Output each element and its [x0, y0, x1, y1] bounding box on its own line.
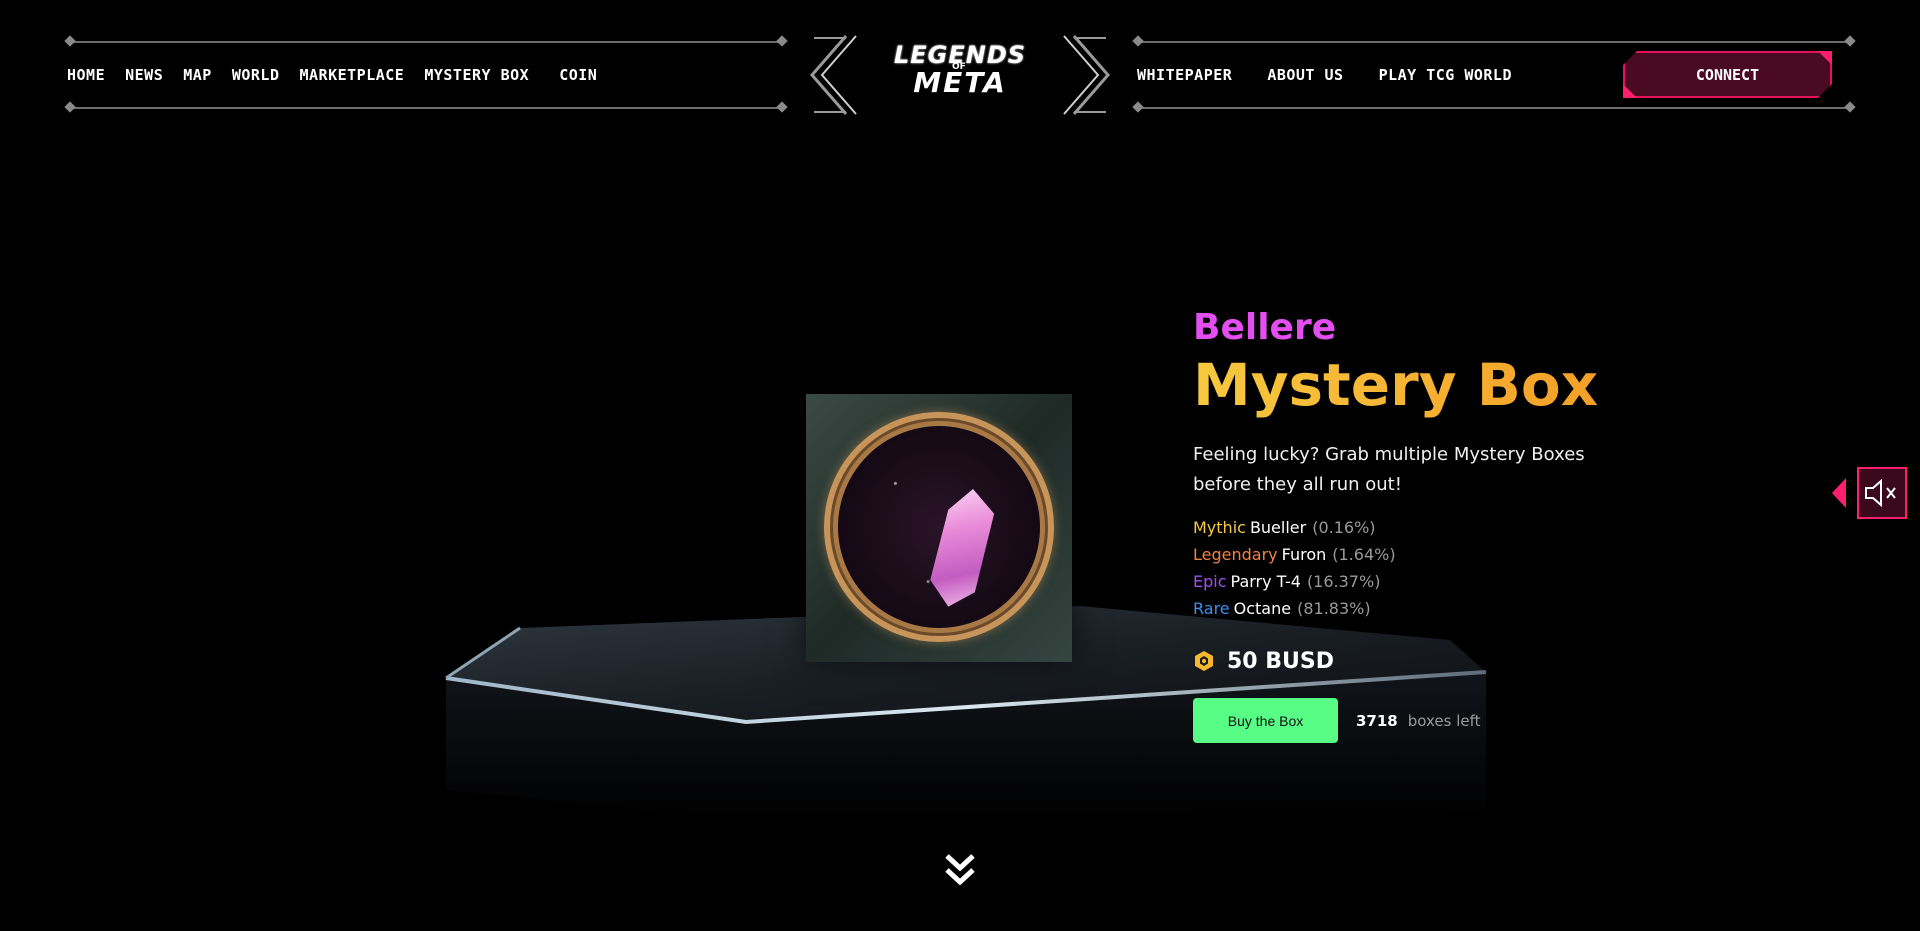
drop-name: Parry T-4 [1230, 572, 1301, 591]
drop-name: Furon [1281, 545, 1327, 564]
bnb-coin-icon [1195, 651, 1213, 671]
drop-rarity: Legendary [1193, 545, 1278, 564]
crystal-icon [927, 485, 997, 611]
drop-row: Legendary Furon (1.64%) [1193, 541, 1653, 568]
drop-row: Epic Parry T-4 (16.37%) [1193, 568, 1653, 595]
drop-rarity: Epic [1193, 572, 1227, 591]
drop-rarity: Mythic [1193, 518, 1246, 537]
price-value: 50 BUSD [1227, 648, 1335, 674]
drop-name: Octane [1233, 599, 1292, 618]
drop-chance: (1.64%) [1332, 545, 1396, 564]
product-description: Feeling lucky? Grab multiple Mystery Box… [1193, 444, 1585, 495]
product-info: Bellere Mystery Box Feeling lucky? Grab … [1193, 306, 1653, 743]
price-row: 50 BUSD [1193, 646, 1653, 676]
double-chevron-down-icon[interactable] [942, 850, 978, 890]
product-subtitle: Bellere [1193, 307, 1337, 348]
buy-box-button[interactable]: Buy the Box [1193, 698, 1338, 743]
mystery-box-image [806, 394, 1072, 662]
drop-chance: (81.83%) [1297, 599, 1371, 618]
drop-row: Rare Octane (81.83%) [1193, 595, 1653, 622]
buy-row: Buy the Box 3718 boxes left [1193, 698, 1653, 743]
product-title: Mystery Box [1193, 350, 1653, 420]
page: HOME NEWS MAP WORLD MARKETPLACE MYSTERY … [0, 0, 1920, 931]
drop-rates: Mythic Bueller (0.16%) Legendary Furon (1.64… [1193, 514, 1653, 622]
speaker-muted-icon [1865, 478, 1896, 508]
drop-row: Mythic Bueller (0.16%) [1193, 514, 1653, 541]
drop-chance: (0.16%) [1312, 518, 1376, 537]
sound-toggle-button[interactable] [1857, 467, 1907, 519]
drop-name: Bueller [1249, 518, 1307, 537]
drop-rarity: Rare [1193, 599, 1230, 618]
drop-chance: (16.37%) [1306, 572, 1381, 591]
boxes-left-label: boxes left [1407, 711, 1481, 730]
portal-ring [824, 412, 1054, 642]
boxes-left-count: 3718 [1356, 711, 1398, 730]
